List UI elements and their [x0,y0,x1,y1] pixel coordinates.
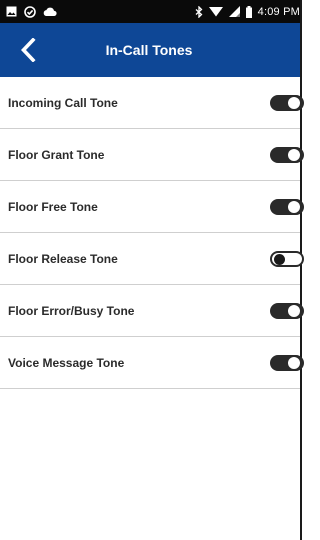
tone-label: Floor Grant Tone [8,147,105,162]
floor-free-tone-toggle[interactable] [270,199,304,215]
tone-label: Floor Error/Busy Tone [8,303,135,318]
incoming-call-tone-toggle[interactable] [270,95,304,111]
toggle-knob [288,357,300,369]
status-time: 4:09 PM [257,5,300,18]
bluetooth-icon [195,5,203,18]
status-bar-left [6,5,57,18]
toggle-knob [274,254,285,265]
tone-label: Floor Release Tone [8,251,118,266]
chevron-left-icon [20,38,36,62]
toggle-knob [288,97,300,109]
status-bar: 4:09 PM [0,0,300,23]
floor-error-busy-tone-toggle[interactable] [270,303,304,319]
wifi-icon [208,6,223,17]
list-item: Floor Release Tone [0,233,304,285]
list-item: Floor Free Tone [0,181,304,233]
tone-label: Incoming Call Tone [8,95,118,110]
toggle-knob [288,149,300,161]
tone-label: Voice Message Tone [8,355,125,370]
voice-message-tone-toggle[interactable] [270,355,304,371]
image-icon [6,6,17,17]
tone-label: Floor Free Tone [8,199,98,214]
list-item: Floor Grant Tone [0,129,304,181]
back-button[interactable] [14,35,42,65]
check-circle-icon [24,5,36,18]
battery-icon [245,5,252,18]
floor-release-tone-toggle[interactable] [270,251,304,267]
list-item: Voice Message Tone [0,337,304,389]
toggle-knob [288,201,300,213]
cloud-icon [43,7,57,17]
status-bar-right: 4:09 PM [195,5,300,18]
app-bar: In-Call Tones [0,23,300,77]
page-title: In-Call Tones [105,42,193,58]
toggle-knob [288,305,300,317]
list-item: Incoming Call Tone [0,77,304,129]
signal-icon [228,6,240,17]
floor-grant-tone-toggle[interactable] [270,147,304,163]
screen: 4:09 PM In-Call Tones Incoming Call Tone… [0,0,304,540]
list-item: Floor Error/Busy Tone [0,285,304,337]
tone-list: Incoming Call Tone Floor Grant Tone Floo… [0,77,304,389]
